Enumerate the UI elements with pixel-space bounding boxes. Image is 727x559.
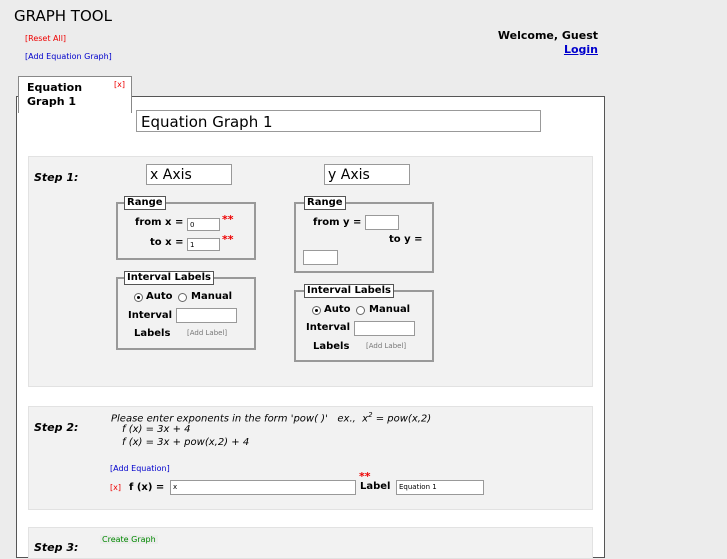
tab-close-button[interactable]: [x] [114,80,125,89]
step2-label: Step 2: [34,421,79,434]
tab-equation-graph-1[interactable]: Equation Graph 1 [x] [18,76,132,113]
x-auto-radio[interactable] [134,293,143,302]
welcome-text: Welcome, Guest [497,29,598,42]
x-to-required-mark: ** [222,233,234,246]
y-manual-radio[interactable] [356,306,365,315]
y-auto-label: Auto [324,304,351,315]
add-equation-graph-link[interactable]: [Add Equation Graph] [25,52,112,61]
x-range-group: Range [116,196,256,260]
y-manual-label: Manual [369,304,411,315]
user-panel: Welcome, Guest Login [498,29,598,57]
x-interval-legend: Interval Labels [124,271,214,285]
step3-label: Step 3: [34,541,79,554]
create-graph-button[interactable]: Create Graph [100,535,158,544]
step1-label: Step 1: [34,171,79,184]
y-from-label: from y = [313,217,362,228]
x-to-input[interactable]: 1 [187,238,220,251]
x-from-required-mark: ** [222,213,234,226]
y-interval-legend: Interval Labels [304,284,394,298]
y-add-label-link[interactable]: [Add Label] [366,342,406,350]
equation-label-label: Label [360,481,391,492]
x-interval-label: Interval [128,310,173,321]
y-labels-label: Labels [313,341,350,352]
y-to-label: to y = [389,234,423,245]
x-add-label-link[interactable]: [Add Label] [187,329,227,337]
y-range-legend: Range [304,196,346,210]
example-2: f (x) = 3x + pow(x,2) + 4 [122,437,250,448]
login-link[interactable]: Login [564,43,598,56]
x-manual-radio[interactable] [178,293,187,302]
x-labels-label: Labels [134,328,171,339]
x-from-label: from x = [135,217,184,228]
y-to-input[interactable] [303,250,338,265]
x-from-input[interactable]: 0 [187,218,220,231]
x-auto-label: Auto [146,291,173,302]
y-interval-input[interactable] [354,321,415,336]
x-manual-label: Manual [191,291,233,302]
y-interval-label: Interval [306,322,351,333]
add-equation-link[interactable]: [Add Equation] [110,464,170,473]
remove-equation-button[interactable]: [x] [110,483,121,492]
y-from-input[interactable] [365,215,399,230]
fx-label: f (x) = [129,482,165,493]
example-1: f (x) = 3x + 4 [122,424,191,435]
y-auto-radio[interactable] [312,306,321,315]
instruction-tail: = pow(x,2) [372,413,432,425]
x-axis-title-input[interactable]: x Axis [146,164,232,185]
y-axis-title-input[interactable]: y Axis [324,164,410,185]
x-to-label: to x = [150,237,184,248]
reset-all-link[interactable]: [Reset All] [25,34,66,43]
tab-label: Equation Graph 1 [27,81,83,108]
x-interval-input[interactable] [176,308,237,323]
app-title: GRAPH TOOL [14,7,112,25]
graph-title-input[interactable]: Equation Graph 1 [136,110,541,132]
x-range-legend: Range [124,196,166,210]
equation-label-input[interactable]: Equation 1 [396,480,484,495]
fx-input[interactable]: x [170,480,356,495]
